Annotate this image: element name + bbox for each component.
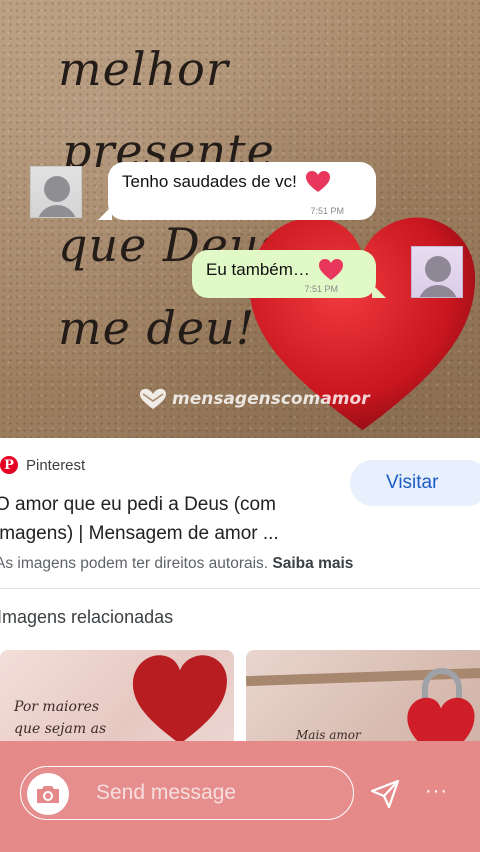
avatar-head bbox=[44, 176, 70, 202]
heart-emoji-icon bbox=[318, 259, 343, 280]
visit-button[interactable]: Visitar bbox=[350, 460, 480, 506]
avatar-body bbox=[418, 285, 458, 297]
pinterest-logo-icon: P bbox=[0, 456, 18, 474]
send-icon[interactable] bbox=[369, 778, 401, 810]
thumbnail-caption-line-2: que sejam as bbox=[14, 721, 107, 737]
outgoing-message-time: 7:51 PM bbox=[304, 284, 338, 294]
copyright-notice: As imagens podem ter direitos autorais. … bbox=[0, 555, 353, 573]
outgoing-message-text: Eu também… bbox=[206, 260, 310, 279]
send-message-placeholder: Send message bbox=[96, 781, 237, 804]
related-image-thumbnail[interactable]: Por maiores que sejam as bbox=[0, 650, 234, 750]
script-line-1: melhor bbox=[58, 42, 229, 96]
learn-more-link[interactable]: Saiba mais bbox=[272, 555, 353, 572]
outgoing-message-bubble[interactable]: Eu também… 7:51 PM bbox=[192, 250, 386, 298]
heart-emoji-icon bbox=[305, 171, 330, 192]
script-line-4: me deu! bbox=[58, 301, 256, 355]
avatar-head bbox=[425, 256, 451, 282]
watermark-text: mensagenscomamor bbox=[172, 389, 370, 409]
incoming-message-bubble[interactable]: Tenho saudades de vc! 7:51 PM bbox=[98, 162, 376, 220]
source-name: Pinterest bbox=[26, 456, 86, 474]
result-title-link[interactable]: O amor que eu pedi a Deus (com imagens) … bbox=[0, 490, 335, 548]
divider bbox=[0, 588, 480, 589]
heart-thumbnail-image bbox=[132, 655, 227, 744]
incoming-message-text: Tenho saudades de vc! bbox=[122, 172, 297, 191]
related-image-thumbnail[interactable]: Mais amor bbox=[246, 650, 480, 750]
incoming-message-time: 7:51 PM bbox=[310, 206, 344, 216]
thumbnail-caption: Por maiores que sejam as bbox=[14, 696, 106, 740]
thumbnail-caption: Mais amor bbox=[296, 728, 361, 742]
watermark: mensagenscomamor bbox=[138, 388, 370, 410]
camera-icon bbox=[37, 786, 59, 803]
related-images-heading: Imagens relacionadas bbox=[0, 607, 174, 627]
copyright-text: As imagens podem ter direitos autorais. bbox=[0, 555, 269, 572]
envelope-heart-icon bbox=[140, 388, 166, 409]
source-row[interactable]: P Pinterest bbox=[0, 456, 85, 474]
more-options-icon[interactable]: ··· bbox=[425, 780, 448, 803]
thumbnail-caption-line-1: Por maiores bbox=[14, 699, 100, 715]
avatar-body bbox=[37, 205, 77, 217]
my-avatar[interactable] bbox=[411, 246, 463, 298]
camera-button[interactable] bbox=[27, 773, 69, 815]
contact-avatar[interactable] bbox=[30, 166, 82, 218]
